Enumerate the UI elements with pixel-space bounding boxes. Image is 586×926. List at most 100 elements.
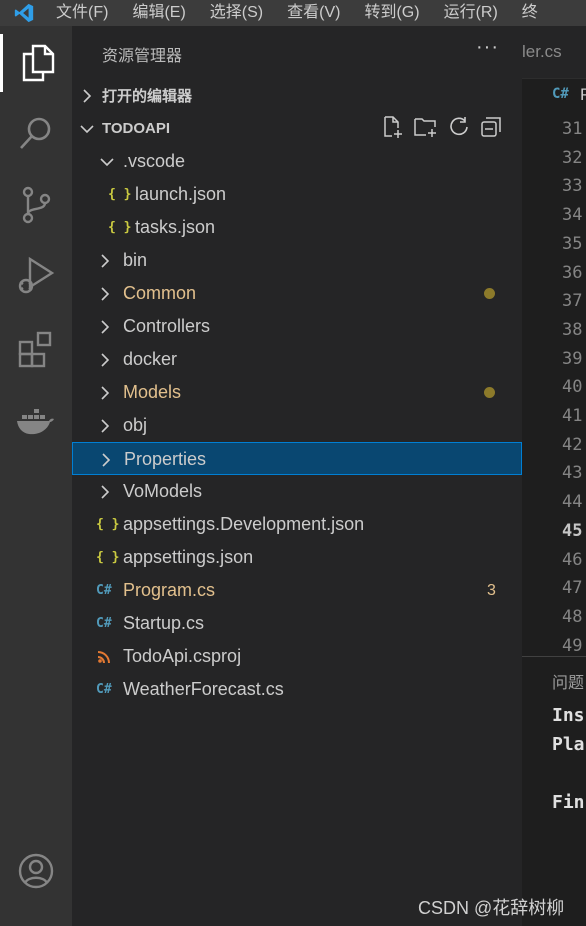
chevron-right-icon	[100, 343, 110, 376]
tab-inactive[interactable]: ler.cs	[522, 42, 562, 62]
csharp-file-icon: C#	[96, 616, 112, 631]
tree-item-label: Models	[123, 382, 182, 402]
tree-folder[interactable]: Common	[72, 277, 522, 310]
activity-bar	[0, 26, 72, 926]
tree-item-label: appsettings.Development.json	[123, 514, 365, 534]
tree-item-label: VoModels	[123, 481, 203, 501]
line-number: 43	[562, 463, 583, 484]
vscode-logo-icon	[4, 0, 44, 26]
tree-file[interactable]: C# Program.cs 3	[72, 574, 522, 607]
line-number: 35	[562, 233, 583, 254]
tree-item-label: Startup.cs	[123, 613, 205, 633]
search-icon[interactable]	[0, 104, 72, 162]
tree-file[interactable]: { } tasks.json	[72, 211, 522, 244]
line-number: 48	[562, 606, 583, 627]
chevron-right-icon	[72, 88, 102, 103]
open-editors-label: 打开的编辑器	[102, 88, 193, 105]
tree-item-label: obj	[123, 415, 148, 435]
problem-count-badge: 3	[487, 582, 496, 599]
tree-item-label: tasks.json	[135, 217, 216, 237]
tree-item-label: appsettings.json	[123, 547, 254, 567]
menu-item[interactable]: 终	[510, 0, 550, 26]
tree-item-label: Controllers	[123, 316, 211, 336]
line-number: 44	[562, 492, 583, 513]
extensions-icon[interactable]	[0, 320, 72, 378]
tree-file[interactable]: TodoApi.csproj	[72, 640, 522, 673]
tree-folder[interactable]: .vscode	[72, 145, 522, 178]
terminal-line: Pla	[552, 734, 585, 755]
line-number: 40	[562, 377, 583, 398]
rss-icon	[98, 640, 110, 673]
line-number: 36	[562, 262, 583, 283]
source-control-icon[interactable]	[0, 176, 72, 234]
line-number: 34	[562, 205, 583, 226]
tree-file[interactable]: C# WeatherForecast.cs	[72, 673, 522, 706]
tree-item-label: WeatherForecast.cs	[123, 679, 284, 699]
terminal-line: Ins	[552, 705, 585, 726]
watermark: CSDN @花辞树柳	[418, 898, 565, 918]
line-number: 45	[562, 520, 583, 541]
collapse-all-icon[interactable]	[480, 116, 502, 142]
menu-item[interactable]: 文件(F)	[44, 0, 120, 26]
tree-folder[interactable]: Controllers	[72, 310, 522, 343]
tree-folder[interactable]: docker	[72, 343, 522, 376]
menu-item[interactable]: 运行(R)	[432, 0, 510, 26]
csharp-file-icon: C#	[552, 86, 569, 102]
refresh-icon[interactable]	[448, 116, 470, 142]
line-number: 37	[562, 291, 583, 312]
chevron-down-icon	[100, 145, 114, 178]
account-icon[interactable]	[0, 842, 72, 900]
project-header[interactable]: TODOAPI	[72, 112, 522, 145]
more-actions-icon[interactable]: ···	[476, 36, 499, 59]
tree-folder[interactable]: obj	[72, 409, 522, 442]
line-number: 39	[562, 348, 583, 369]
tree-file[interactable]: { } appsettings.json	[72, 541, 522, 574]
tab-active[interactable]: C# P	[522, 78, 586, 113]
tree-file[interactable]: { } appsettings.Development.json	[72, 508, 522, 541]
line-number: 32	[562, 147, 583, 168]
open-editors-header[interactable]: 打开的编辑器	[72, 79, 522, 112]
new-folder-icon[interactable]	[414, 116, 438, 142]
tree-item-label: Properties	[124, 449, 207, 469]
json-file-icon: { }	[108, 187, 132, 202]
menu-bar: 文件(F) 编辑(E) 选择(S) 查看(V) 转到(G) 运行(R) 终	[0, 0, 586, 26]
tree-folder[interactable]: bin	[72, 244, 522, 277]
chevron-right-icon	[100, 277, 110, 310]
chevron-right-icon	[100, 409, 110, 442]
run-debug-icon[interactable]	[0, 246, 72, 304]
line-number: 41	[562, 406, 583, 426]
csharp-file-icon: C#	[96, 583, 112, 598]
explorer-sidebar: 资源管理器 ··· 打开的编辑器 TODOAPI .vscode{ } laun…	[72, 26, 522, 926]
menu-item[interactable]: 转到(G)	[352, 0, 431, 26]
tree-item-label: .vscode	[123, 151, 186, 171]
tree-folder[interactable]: VoModels	[72, 475, 522, 508]
json-file-icon: { }	[96, 517, 120, 532]
line-number: 33	[562, 176, 583, 197]
chevron-right-icon	[100, 475, 110, 508]
explorer-icon[interactable]	[0, 34, 72, 92]
tree-item-label: TodoApi.csproj	[123, 646, 242, 666]
tree-folder[interactable]: Properties	[72, 442, 522, 475]
json-file-icon: { }	[108, 220, 132, 235]
modified-dot-icon	[484, 288, 495, 299]
menu-item[interactable]: 查看(V)	[275, 0, 352, 26]
sidebar-title: 资源管理器	[102, 48, 183, 65]
tree-file[interactable]: C# Startup.cs	[72, 607, 522, 640]
line-number: 42	[562, 434, 583, 455]
chevron-right-icon	[101, 443, 111, 476]
tree-item-label: bin	[123, 250, 148, 270]
tab-problems[interactable]: 问题	[552, 669, 584, 693]
editor-area: ler.cs C# P 31 32 33 34 35 36 37 38 39 40 41 42 43 44…	[522, 26, 586, 926]
line-number: 49	[562, 635, 583, 656]
line-number: 46	[562, 549, 583, 570]
project-actions	[382, 112, 502, 145]
bottom-panel: 问题 Ins Pla Fin	[522, 656, 586, 926]
tree-file[interactable]: { } launch.json	[72, 178, 522, 211]
tab-active-label: P	[580, 85, 586, 104]
menu-item[interactable]: 选择(S)	[198, 0, 275, 26]
docker-icon[interactable]	[0, 392, 72, 450]
tree-folder[interactable]: Models	[72, 376, 522, 409]
menu-item[interactable]: 编辑(E)	[120, 0, 197, 26]
tree-item-label: launch.json	[135, 184, 227, 204]
new-file-icon[interactable]	[382, 115, 404, 142]
